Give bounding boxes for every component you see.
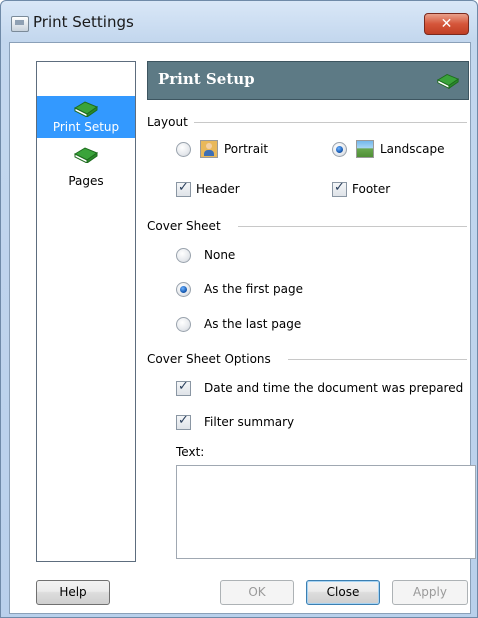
- divider: [194, 122, 467, 123]
- apply-button[interactable]: Apply: [392, 580, 468, 605]
- nav-item-label: Pages: [68, 174, 104, 188]
- cover-none-radio[interactable]: [176, 248, 191, 263]
- portrait-radio[interactable]: [176, 142, 191, 157]
- cover-first-page-label: As the first page: [204, 282, 304, 296]
- cover-last-page-label: As the last page: [204, 317, 302, 331]
- book-icon: [73, 101, 99, 117]
- close-button[interactable]: Close: [306, 580, 380, 605]
- nav-item-label: Print Setup: [52, 120, 120, 134]
- date-time-label: Date and time the document was prepared: [204, 381, 464, 395]
- portrait-label: Portrait: [224, 142, 269, 156]
- layout-section-label: Layout: [147, 115, 188, 129]
- dialog-client-area: Print Setup Pages Print Setup Layout Por…: [9, 42, 476, 614]
- printer-settings-icon: [11, 16, 29, 32]
- nav-item-print-setup[interactable]: Print Setup: [37, 96, 135, 138]
- filter-summary-label: Filter summary: [204, 415, 295, 429]
- book-icon: [73, 147, 99, 163]
- text-field-label: Text:: [176, 445, 205, 459]
- book-icon: [436, 73, 460, 89]
- landscape-icon: [356, 140, 374, 158]
- title-bar[interactable]: Print Settings ✕: [1, 1, 477, 43]
- divider: [238, 226, 467, 227]
- window-title: Print Settings: [33, 13, 134, 31]
- filter-summary-checkbox[interactable]: [176, 413, 191, 430]
- page-title: Print Setup: [158, 70, 255, 88]
- ok-button[interactable]: OK: [220, 580, 294, 605]
- help-button[interactable]: Help: [36, 580, 110, 605]
- settings-nav-list: Print Setup Pages: [36, 61, 136, 562]
- cover-sheet-options-section-label: Cover Sheet Options: [147, 352, 271, 366]
- cover-first-page-radio[interactable]: [176, 282, 191, 297]
- cover-sheet-section-label: Cover Sheet: [147, 219, 221, 233]
- window-close-button[interactable]: ✕: [424, 13, 469, 35]
- header-checkbox-label: Header: [196, 182, 240, 196]
- divider: [288, 359, 467, 360]
- print-settings-window: Print Settings ✕ Print Setup Pages Print…: [0, 0, 478, 618]
- cover-last-page-radio[interactable]: [176, 317, 191, 332]
- header-checkbox[interactable]: [176, 180, 191, 197]
- footer-checkbox-label: Footer: [352, 182, 391, 196]
- nav-item-pages[interactable]: Pages: [37, 142, 135, 188]
- portrait-icon: [200, 140, 218, 158]
- cover-text-area[interactable]: [176, 465, 476, 559]
- landscape-radio[interactable]: [332, 142, 347, 157]
- footer-checkbox[interactable]: [332, 180, 347, 197]
- date-time-checkbox[interactable]: [176, 379, 191, 396]
- landscape-label: Landscape: [380, 142, 445, 156]
- cover-none-label: None: [204, 248, 236, 262]
- page-header: Print Setup: [147, 61, 469, 100]
